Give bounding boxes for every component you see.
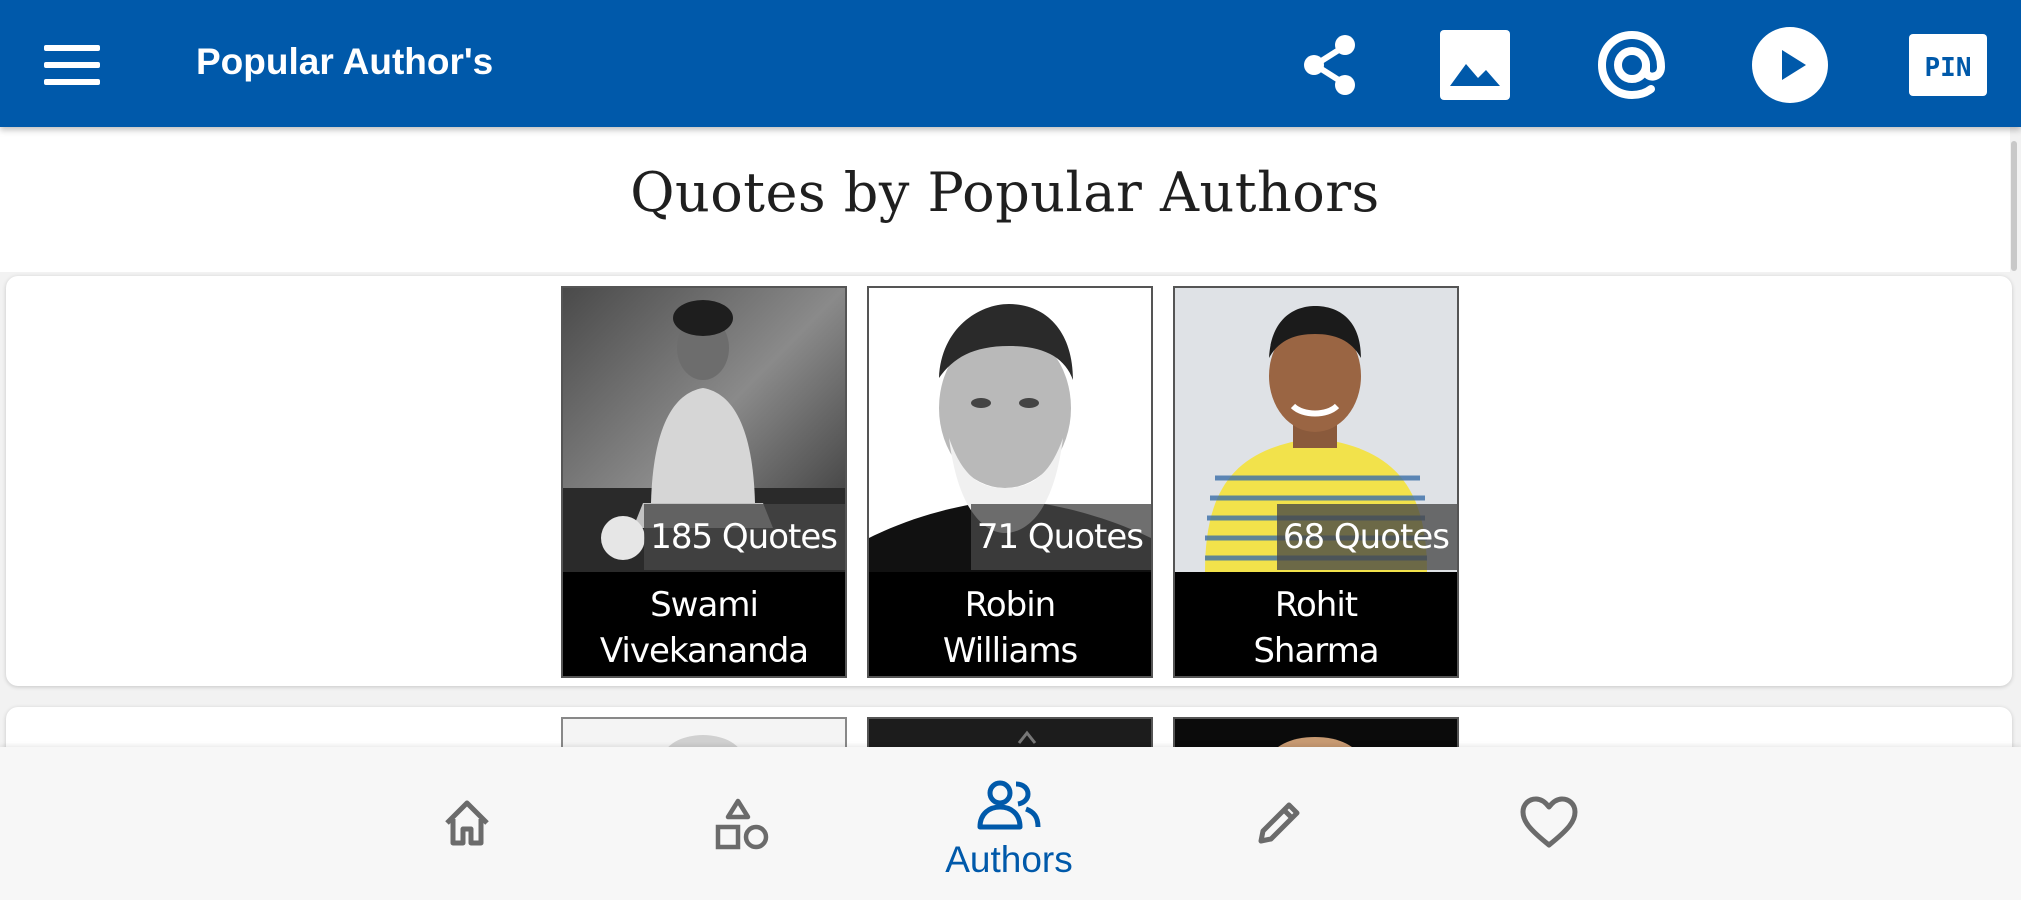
nav-home[interactable]: [377, 747, 557, 900]
author-first-name: Swami: [650, 585, 759, 625]
quote-count-badge: 185 Quotes: [644, 504, 845, 570]
author-card[interactable]: [867, 717, 1153, 747]
scrollbar[interactable]: [2011, 141, 2017, 271]
author-card[interactable]: 71 Quotes Robin Williams: [867, 286, 1153, 678]
author-name: Rohit Sharma: [1175, 574, 1457, 676]
author-first-name: Rohit: [1274, 585, 1358, 625]
author-photo: [869, 719, 1151, 747]
image-button[interactable]: [1430, 20, 1520, 110]
author-card[interactable]: 68 Quotes Rohit Sharma: [1173, 286, 1459, 678]
bottom-navigation: Authors: [0, 747, 2021, 900]
categories-icon: [715, 798, 769, 850]
play-icon: [1752, 27, 1828, 103]
pin-button[interactable]: PIN: [1903, 20, 1993, 110]
quote-count-badge: 71 Quotes: [970, 504, 1151, 570]
author-last-name: Sharma: [1253, 631, 1379, 671]
nav-authors-label: Authors: [945, 839, 1073, 880]
author-photo: [563, 719, 845, 747]
pencil-icon: [1258, 802, 1300, 844]
author-card[interactable]: [1173, 717, 1459, 747]
content-area[interactable]: Quotes by Popular Authors 185 Quotes Swa…: [0, 127, 2021, 747]
at-icon: [1597, 30, 1666, 100]
quote-count-badge: 68 Quotes: [1276, 504, 1457, 570]
heading-section: Quotes by Popular Authors: [0, 127, 2010, 272]
share-button[interactable]: [1285, 20, 1375, 110]
app-bar: Popular Author's PIN: [0, 0, 2021, 127]
page-title: Popular Author's: [196, 41, 494, 82]
nav-favorites[interactable]: [1459, 747, 1639, 900]
nav-write[interactable]: [1189, 747, 1369, 900]
email-button[interactable]: [1587, 20, 1677, 110]
image-icon: [1440, 30, 1510, 100]
menu-icon: [44, 45, 100, 85]
menu-button[interactable]: [30, 23, 114, 107]
author-name: Swami Vivekananda: [563, 574, 845, 676]
authors-row: 185 Quotes Swami Vivekananda 71 Quotes R…: [6, 276, 2012, 686]
home-icon: [445, 800, 489, 846]
author-last-name: Williams: [942, 631, 1078, 671]
nav-categories[interactable]: [650, 747, 830, 900]
author-name: Robin Williams: [869, 574, 1151, 676]
heart-icon: [1520, 796, 1578, 848]
author-card[interactable]: [561, 717, 847, 747]
authors-row: [6, 707, 2012, 747]
author-first-name: Robin: [964, 585, 1056, 625]
pin-label: PIN: [1925, 53, 1972, 83]
play-button[interactable]: [1745, 20, 1835, 110]
authors-icon: [977, 780, 1041, 830]
share-icon: [1304, 35, 1355, 95]
nav-authors[interactable]: Authors: [919, 747, 1099, 900]
section-heading: Quotes by Popular Authors: [630, 161, 1380, 224]
author-photo: [1175, 719, 1457, 747]
author-last-name: Vivekananda: [599, 631, 809, 671]
pin-icon: PIN: [1909, 34, 1987, 96]
author-card[interactable]: 185 Quotes Swami Vivekananda: [561, 286, 847, 678]
